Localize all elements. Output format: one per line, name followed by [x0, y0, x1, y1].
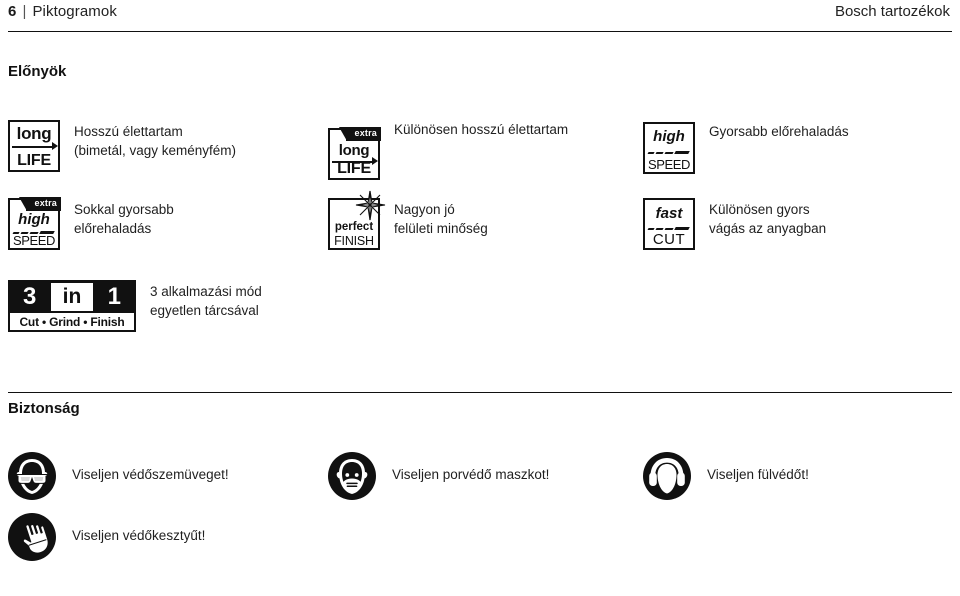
safety-text-1: Viseljen védőszemüveget!	[72, 467, 229, 482]
safety-item-gloves: Viseljen védőkesztyűt!	[8, 513, 408, 561]
extra-high-speed-icon-bottom-label: SPEED	[12, 233, 56, 248]
brand-label: Bosch tartozékok	[834, 3, 950, 20]
dust-mask-icon	[328, 452, 376, 500]
header-separator: |	[22, 3, 27, 20]
safety-text-4: Viseljen védőkesztyűt!	[72, 528, 206, 543]
perfect-finish-icon-top-label: perfect	[334, 221, 374, 233]
advantage-item-high-speed: high SPEED Gyorsabb előrehaladás	[643, 120, 943, 174]
three-in-one-num1: 3	[10, 282, 50, 312]
section-title-safety: Biztonság	[8, 400, 80, 417]
advantage-row-1: long LIFE Hosszú élettartam (bimetál, va…	[8, 120, 943, 180]
advantage-text-1: Hosszú élettartam (bimetál, vagy keményf…	[74, 124, 237, 158]
extra-high-speed-icon-top-label: high	[18, 211, 50, 228]
safety-row-1: Viseljen védőszemüveget! Viseljen porvéd…	[8, 452, 943, 500]
chapter-title: Piktogramok	[32, 3, 117, 20]
page-root: 6 | Piktogramok Bosch tartozékok Előnyök…	[0, 0, 960, 596]
high-speed-icon: high SPEED	[643, 122, 695, 174]
extra-ribbon-icon: extra	[19, 197, 61, 211]
advantage-text-7: 3 alkalmazási mód egyetlen tárcsával	[150, 284, 262, 318]
long-life-icon-bottom-label: LIFE	[17, 152, 51, 169]
safety-gloves-icon	[8, 513, 56, 561]
advantage-item-perfect-finish: perfect FINISH Nagyon jó felületi minősé…	[328, 190, 643, 250]
three-in-one-icon: 3 in 1 Cut • Grind • Finish	[8, 280, 136, 332]
header-divider	[8, 31, 952, 32]
safety-goggles-icon	[8, 452, 56, 500]
safety-item-dust-mask: Viseljen porvédő maszkot!	[328, 452, 643, 500]
extra-ribbon-icon: extra	[339, 127, 381, 141]
fast-cut-icon: fast CUT	[643, 198, 695, 250]
extra-long-life-icon-bottom-label: LIFE	[337, 160, 371, 177]
advantage-text-4: Sokkal gyorsabb előrehaladás	[74, 202, 174, 236]
high-speed-icon-top-label: high	[653, 128, 685, 145]
fast-cut-icon-top-label: fast	[655, 205, 683, 222]
safety-divider	[8, 392, 952, 393]
extra-long-life-icon: extra long LIFE	[328, 127, 381, 180]
advantage-item-extra-long-life: extra long LIFE Különösen hosszú élettar…	[328, 120, 643, 180]
advantage-text-6: Különösen gyors vágás az anyagban	[709, 202, 827, 236]
advantage-text-3: Gyorsabb előrehaladás	[709, 124, 849, 139]
page-header: 6 | Piktogramok Bosch tartozékok	[0, 0, 960, 38]
advantage-row-2: extra high SPEED Sokkal gyorsabb előreha…	[8, 190, 943, 250]
perfect-finish-icon-bottom-label: FINISH	[334, 234, 374, 248]
three-in-one-num2: 1	[94, 282, 134, 312]
three-in-one-mid: in	[51, 283, 93, 311]
safety-item-ear-protection: Viseljen fülvédőt!	[643, 452, 943, 500]
advantage-item-three-in-one: 3 in 1 Cut • Grind • Finish 3 alkalmazás…	[8, 280, 428, 332]
perfect-finish-icon: perfect FINISH	[328, 190, 386, 250]
safety-row-2: Viseljen védőkesztyűt!	[8, 513, 408, 561]
advantage-item-extra-high-speed: extra high SPEED Sokkal gyorsabb előreha…	[8, 197, 328, 250]
page-number: 6	[8, 3, 17, 20]
advantage-text-5: Nagyon jó felületi minőség	[394, 202, 488, 236]
long-life-icon: long LIFE	[8, 120, 60, 172]
safety-item-goggles: Viseljen védőszemüveget!	[8, 452, 328, 500]
high-speed-icon-bottom-label: SPEED	[647, 157, 691, 172]
safety-text-2: Viseljen porvédő maszkot!	[392, 467, 550, 482]
extra-high-speed-icon: extra high SPEED	[8, 197, 61, 250]
advantage-text-2: Különösen hosszú élettartam	[394, 122, 569, 137]
speed-lines-icon	[647, 148, 690, 157]
safety-text-3: Viseljen fülvédőt!	[707, 467, 809, 482]
ear-protection-icon	[643, 452, 691, 500]
three-in-one-bottom-label: Cut • Grind • Finish	[10, 313, 134, 330]
header-left-group: 6 | Piktogramok	[8, 3, 117, 20]
long-life-icon-top-label: long	[16, 124, 52, 143]
advantage-row-3: 3 in 1 Cut • Grind • Finish 3 alkalmazás…	[8, 280, 428, 332]
section-title-advantages: Előnyök	[8, 63, 67, 80]
advantage-item-long-life: long LIFE Hosszú élettartam (bimetál, va…	[8, 120, 328, 172]
advantage-item-fast-cut: fast CUT Különösen gyors vágás az anyagb…	[643, 198, 943, 250]
fast-cut-icon-bottom-label: CUT	[652, 231, 686, 248]
